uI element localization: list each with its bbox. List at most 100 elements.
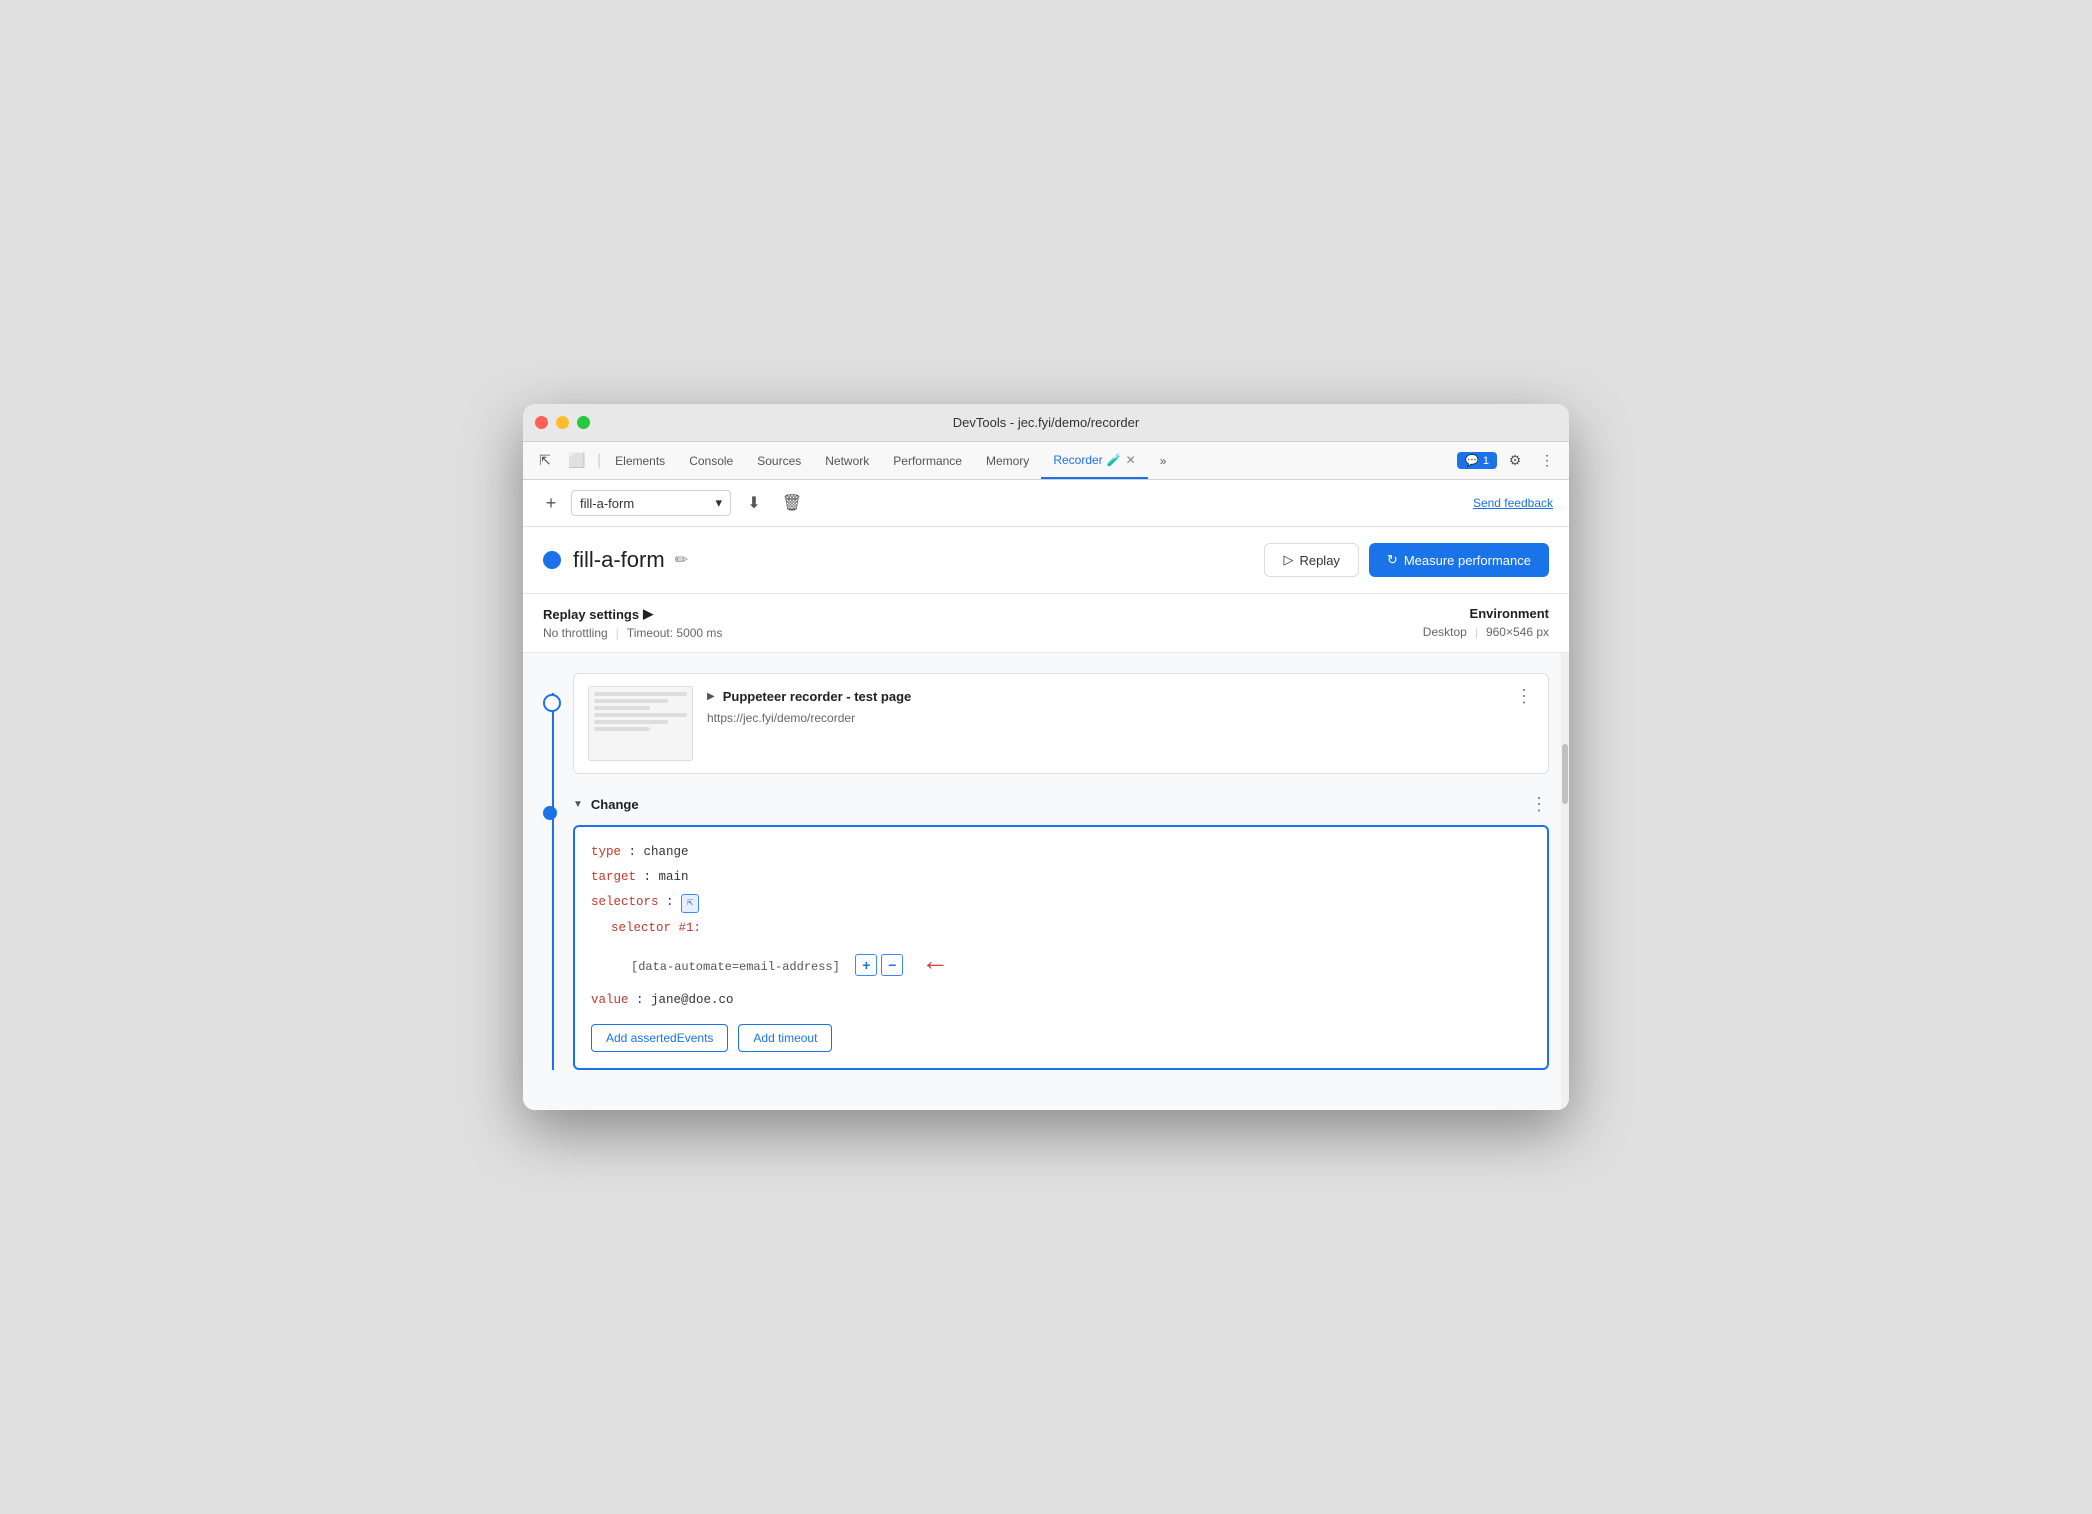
- code-value-line: value : jane@doe.co: [591, 991, 1531, 1010]
- cursor-selector-icon: ⇱: [687, 896, 693, 911]
- traffic-lights: [535, 416, 590, 429]
- replay-settings-values: No throttling | Timeout: 5000 ms: [543, 626, 1423, 640]
- recording-title: fill-a-form: [573, 547, 665, 573]
- maximize-button[interactable]: [577, 416, 590, 429]
- replay-play-icon: ▷: [1283, 552, 1293, 568]
- environment-values: Desktop | 960×546 px: [1423, 625, 1549, 639]
- add-remove-buttons: + −: [855, 954, 903, 976]
- steps-area: ▶ Puppeteer recorder - test page ⋮ https…: [523, 653, 1569, 1110]
- code-type-key: type: [591, 845, 621, 859]
- environment-section: Environment Desktop | 960×546 px: [1423, 606, 1549, 639]
- scroll-track: [1561, 653, 1569, 1110]
- devtools-tabs-bar: ⇱ ⬜ | Elements Console Sources Network P…: [523, 442, 1569, 480]
- add-selector-button[interactable]: +: [855, 954, 877, 976]
- window-title: DevTools - jec.fyi/demo/recorder: [953, 415, 1139, 430]
- tab-performance[interactable]: Performance: [881, 442, 974, 479]
- tab-elements[interactable]: Elements: [603, 442, 677, 479]
- thumb-line-2: [594, 699, 668, 703]
- step-1-title: Puppeteer recorder - test page: [723, 689, 912, 704]
- thumb-line-4: [594, 713, 687, 717]
- minimize-button[interactable]: [556, 416, 569, 429]
- chat-badge[interactable]: 💬 1: [1457, 452, 1497, 469]
- code-target-val: main: [659, 870, 689, 884]
- step-2-dot: [543, 806, 557, 820]
- thumb-line-3: [594, 706, 650, 710]
- step-1-thumbnail: [588, 686, 693, 761]
- delete-button[interactable]: 🗑: [777, 488, 807, 518]
- device-icon[interactable]: ⬜: [563, 447, 591, 475]
- step-2-change: ▼ Change ⋮ type : change target: [573, 794, 1549, 1070]
- recording-header: fill-a-form ✏ ▷ Replay ↻ Measure perform…: [523, 527, 1569, 594]
- step-1-text: ▶ Puppeteer recorder - test page ⋮ https…: [707, 686, 1534, 725]
- step-1-container: ▶ Puppeteer recorder - test page ⋮ https…: [573, 673, 1549, 774]
- tab-sources[interactable]: Sources: [745, 442, 813, 479]
- code-value-val: jane@doe.co: [651, 993, 734, 1007]
- measure-icon: ↻: [1387, 552, 1398, 568]
- code-actions: Add assertedEvents Add timeout: [591, 1024, 1531, 1052]
- add-timeout-button[interactable]: Add timeout: [738, 1024, 832, 1052]
- add-asserted-events-button[interactable]: Add assertedEvents: [591, 1024, 728, 1052]
- close-button[interactable]: [535, 416, 548, 429]
- code-selector-num-key: selector #1:: [611, 921, 701, 935]
- measure-performance-button[interactable]: ↻ Measure performance: [1369, 543, 1549, 577]
- remove-selector-button[interactable]: −: [881, 954, 903, 976]
- tab-toolbar-icons: ⇱ ⬜ |: [531, 447, 603, 475]
- tab-network[interactable]: Network: [813, 442, 881, 479]
- edit-title-icon[interactable]: ✏: [675, 550, 688, 570]
- step-1-menu-icon[interactable]: ⋮: [1515, 686, 1534, 707]
- code-selector-num-line: selector #1:: [591, 919, 1531, 938]
- code-selectors-key: selectors: [591, 895, 659, 909]
- selectors-tag[interactable]: ⇱: [681, 894, 699, 913]
- code-target-key: target: [591, 870, 636, 884]
- step-2-title: Change: [591, 797, 639, 812]
- recorder-beaker-icon: 🧪: [1107, 453, 1122, 467]
- tab-more[interactable]: »: [1148, 442, 1179, 479]
- cursor-icon[interactable]: ⇱: [531, 447, 559, 475]
- tab-memory[interactable]: Memory: [974, 442, 1041, 479]
- thumb-line-6: [594, 727, 650, 731]
- red-arrow-indicator: ←: [927, 943, 944, 985]
- step-1-url: https://jec.fyi/demo/recorder: [707, 711, 1534, 725]
- devtools-window: DevTools - jec.fyi/demo/recorder ⇱ ⬜ | E…: [523, 404, 1569, 1110]
- title-bar: DevTools - jec.fyi/demo/recorder: [523, 404, 1569, 442]
- timeline: ▶ Puppeteer recorder - test page ⋮ https…: [543, 673, 1549, 1070]
- step-1-dot: [543, 694, 561, 712]
- code-selector-value: [data-automate=email-address]: [631, 960, 840, 974]
- step-1: ▶ Puppeteer recorder - test page ⋮ https…: [573, 673, 1549, 774]
- chevron-down-icon: ▾: [715, 495, 722, 511]
- add-recording-button[interactable]: +: [539, 491, 563, 515]
- step-2-expand-icon[interactable]: ▼: [573, 799, 583, 810]
- download-button[interactable]: ⬇: [739, 488, 769, 518]
- recording-status-dot: [543, 551, 561, 569]
- scroll-thumb[interactable]: [1562, 744, 1568, 804]
- replay-settings-section: Replay settings ▶ No throttling | Timeou…: [543, 606, 1423, 640]
- replay-settings-title: Replay settings ▶: [543, 606, 1423, 622]
- main-content: fill-a-form ✏ ▷ Replay ↻ Measure perform…: [523, 527, 1569, 1110]
- step-1-expand-icon[interactable]: ▶: [707, 691, 715, 702]
- expand-settings-icon[interactable]: ▶: [643, 606, 653, 622]
- code-target-line: target : main: [591, 868, 1531, 887]
- recording-actions: ▷ Replay ↻ Measure performance: [1264, 543, 1549, 577]
- thumb-line-1: [594, 692, 687, 696]
- recording-name-select[interactable]: fill-a-form ▾: [571, 490, 731, 516]
- step-2-menu-icon[interactable]: ⋮: [1530, 794, 1549, 815]
- recorder-toolbar: + fill-a-form ▾ ⬇ 🗑 Send feedback: [523, 480, 1569, 527]
- code-type-line: type : change: [591, 843, 1531, 862]
- settings-bar: Replay settings ▶ No throttling | Timeou…: [523, 594, 1569, 653]
- tab-separator-1: |: [597, 452, 601, 470]
- tab-close-icon[interactable]: ✕: [1126, 453, 1136, 467]
- replay-button[interactable]: ▷ Replay: [1264, 543, 1358, 577]
- code-selectors-line: selectors : ⇱: [591, 893, 1531, 913]
- env-divider: |: [1475, 625, 1478, 639]
- code-value-key: value: [591, 993, 629, 1007]
- settings-icon[interactable]: ⚙: [1501, 447, 1529, 475]
- more-options-icon[interactable]: ⋮: [1533, 447, 1561, 475]
- code-editor: type : change target : main selectors :: [573, 825, 1549, 1070]
- tabs-right-actions: 💬 1 ⚙ ⋮: [1457, 447, 1561, 475]
- tab-recorder[interactable]: Recorder 🧪 ✕: [1041, 442, 1147, 479]
- tab-console[interactable]: Console: [677, 442, 745, 479]
- settings-divider: |: [616, 626, 619, 640]
- code-type-val: change: [644, 845, 689, 859]
- send-feedback-link[interactable]: Send feedback: [1473, 496, 1553, 510]
- chat-icon: 💬: [1465, 454, 1479, 467]
